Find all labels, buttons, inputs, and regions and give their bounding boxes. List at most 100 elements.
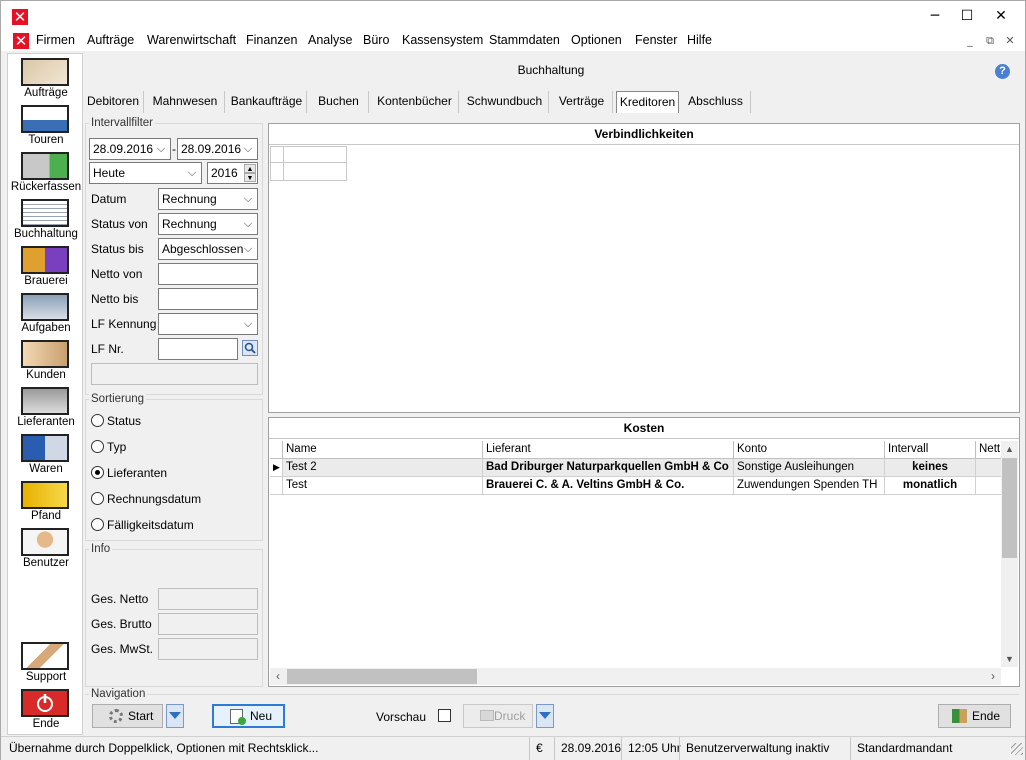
search-icon[interactable] [242,340,258,356]
menu-buero[interactable]: Büro [363,33,389,47]
table-row[interactable]: Test Brauerei C. & A. Veltins GmbH & Co.… [270,477,1001,495]
sidebar-item-buchhaltung[interactable]: Buchhaltung [8,197,84,244]
scroll-up-icon[interactable]: ▲ [1001,441,1018,457]
ges-netto-label: Ges. Netto [91,592,149,606]
column-header-konto[interactable]: Konto [734,441,885,459]
status-von-select[interactable]: Rechnung ⌵ [158,213,258,235]
chevron-down-icon: ⌵ [243,217,253,230]
chevron-down-icon: ⌵ [243,317,253,330]
column-header-name[interactable]: Name [283,441,483,459]
scroll-right-icon[interactable]: › [985,668,1001,685]
druck-dropdown-button[interactable] [536,704,554,728]
sort-radio-typ[interactable] [91,440,104,453]
sidebar-item-rueckerfassen[interactable]: Rückerfassen [8,150,84,197]
status-von-label: Status von [91,217,148,231]
netto-von-field[interactable] [158,263,258,285]
liabilities-title: Verbindlichkeiten [594,127,694,141]
column-header-netto[interactable]: Nett [976,441,1001,459]
vorschau-checkbox[interactable] [438,709,451,722]
tab-abschluss[interactable]: Abschluss [681,91,751,113]
neu-button[interactable]: Neu [212,704,285,728]
window-minimize-button[interactable]: ─ [919,1,951,31]
cell-lieferant: Brauerei C. & A. Veltins GmbH & Co. [483,477,734,495]
datum-select[interactable]: Rechnung ⌵ [158,188,258,210]
column-header-intervall[interactable]: Intervall [885,441,976,459]
sidebar-item-lieferanten[interactable]: Lieferanten [8,385,84,432]
sort-radio-status[interactable] [91,414,104,427]
sort-radio-faelligkeitsdatum[interactable] [91,518,104,531]
tab-buchen[interactable]: Buchen [309,91,369,113]
sidebar-item-auftraege[interactable]: Aufträge [8,56,84,103]
mdi-close-button[interactable]: ✕ [1001,32,1019,50]
menu-auftraege[interactable]: Aufträge [87,33,134,47]
sidebar-item-label: Lieferanten [17,416,75,428]
start-button[interactable]: Start [92,704,163,728]
date-from-picker[interactable]: 28.09.2016 ⌵ [89,138,171,160]
window-maximize-button[interactable]: ☐ [951,1,983,31]
menu-analyse[interactable]: Analyse [308,33,352,47]
status-bis-label: Status bis [91,242,144,256]
sort-radio-rechnungsdatum[interactable] [91,492,104,505]
date-to-picker[interactable]: 28.09.2016 ⌵ [177,138,258,160]
tab-kreditoren[interactable]: Kreditoren [616,91,679,113]
module-header: Buchhaltung ? [83,53,1019,89]
tab-schwundbuch[interactable]: Schwundbuch [461,91,549,113]
year-spinner[interactable]: 2016 ▲ ▼ [207,162,258,184]
netto-bis-field[interactable] [158,288,258,310]
vertical-scrollbar[interactable]: ▲ ▼ [1001,441,1018,667]
scroll-left-icon[interactable]: ‹ [270,668,286,685]
druck-button[interactable]: Druck [463,704,533,728]
status-bar: Übernahme durch Doppelklick, Optionen mi… [1,736,1025,760]
scroll-down-icon[interactable]: ▼ [1001,651,1018,667]
column-header-lieferant[interactable]: Lieferant [483,441,734,459]
liabilities-row-header [270,163,284,181]
ende-button[interactable]: Ende [938,704,1011,728]
scroll-thumb[interactable] [1002,458,1017,558]
sidebar-item-aufgaben[interactable]: Aufgaben [8,291,84,338]
menu-optionen[interactable]: Optionen [571,33,622,47]
menu-stammdaten[interactable]: Stammdaten [489,33,560,47]
sidebar-item-pfand[interactable]: Pfand [8,479,84,526]
spinner-down-icon[interactable]: ▼ [244,173,256,182]
help-icon[interactable]: ? [995,64,1010,79]
liabilities-empty-cell[interactable] [284,163,347,181]
lf-kennung-select[interactable]: ⌵ [158,313,258,335]
menu-kassensystem[interactable]: Kassensystem [402,33,483,47]
chevron-down-icon: ⌵ [156,142,166,155]
sort-radio-lieferanten[interactable] [91,466,104,479]
table-row[interactable]: ▶ Test 2 Bad Driburger Naturparkquellen … [270,459,1001,477]
period-select[interactable]: Heute ⌵ [89,162,202,184]
status-bis-select[interactable]: Abgeschlossen ⌵ [158,238,258,260]
tab-mahnwesen[interactable]: Mahnwesen [146,91,225,113]
menu-hilfe[interactable]: Hilfe [687,33,712,47]
cell-netto [976,477,1001,495]
menu-firmen[interactable]: Firmen [36,33,75,47]
tab-kontenbuecher[interactable]: Kontenbücher [371,91,459,113]
sidebar-item-benutzer[interactable]: Benutzer [8,526,84,573]
mdi-minimize-button[interactable]: _ [961,32,979,50]
tab-vertraege[interactable]: Verträge [551,91,613,113]
menu-finanzen[interactable]: Finanzen [246,33,297,47]
menu-fenster[interactable]: Fenster [635,33,677,47]
resize-grip-icon[interactable] [1011,743,1023,755]
sidebar-item-waren[interactable]: Waren [8,432,84,479]
sidebar-item-ende[interactable]: Ende [8,687,84,734]
scroll-thumb[interactable] [287,669,477,684]
mdi-app-icon[interactable]: ✕ [13,33,29,49]
row-selector [270,477,283,495]
mdi-restore-button[interactable]: ⧉ [981,32,999,50]
chevron-down-icon: ⌵ [243,242,253,255]
menu-warenwirtschaft[interactable]: Warenwirtschaft [147,33,236,47]
window-close-button[interactable]: ✕ [985,1,1017,31]
sidebar-item-kunden[interactable]: Kunden [8,338,84,385]
sidebar-item-support[interactable]: Support [8,640,84,687]
horizontal-scrollbar[interactable]: ‹ › [270,668,1001,685]
lf-nr-field[interactable] [158,338,238,360]
tab-bankauftraege[interactable]: Bankaufträge [227,91,307,113]
liabilities-header-cell [284,146,347,163]
spinner-up-icon[interactable]: ▲ [244,164,256,173]
sidebar-item-touren[interactable]: Touren [8,103,84,150]
start-dropdown-button[interactable] [166,704,184,728]
sidebar-item-brauerei[interactable]: Brauerei [8,244,84,291]
tab-debitoren[interactable]: Debitoren [83,91,144,113]
